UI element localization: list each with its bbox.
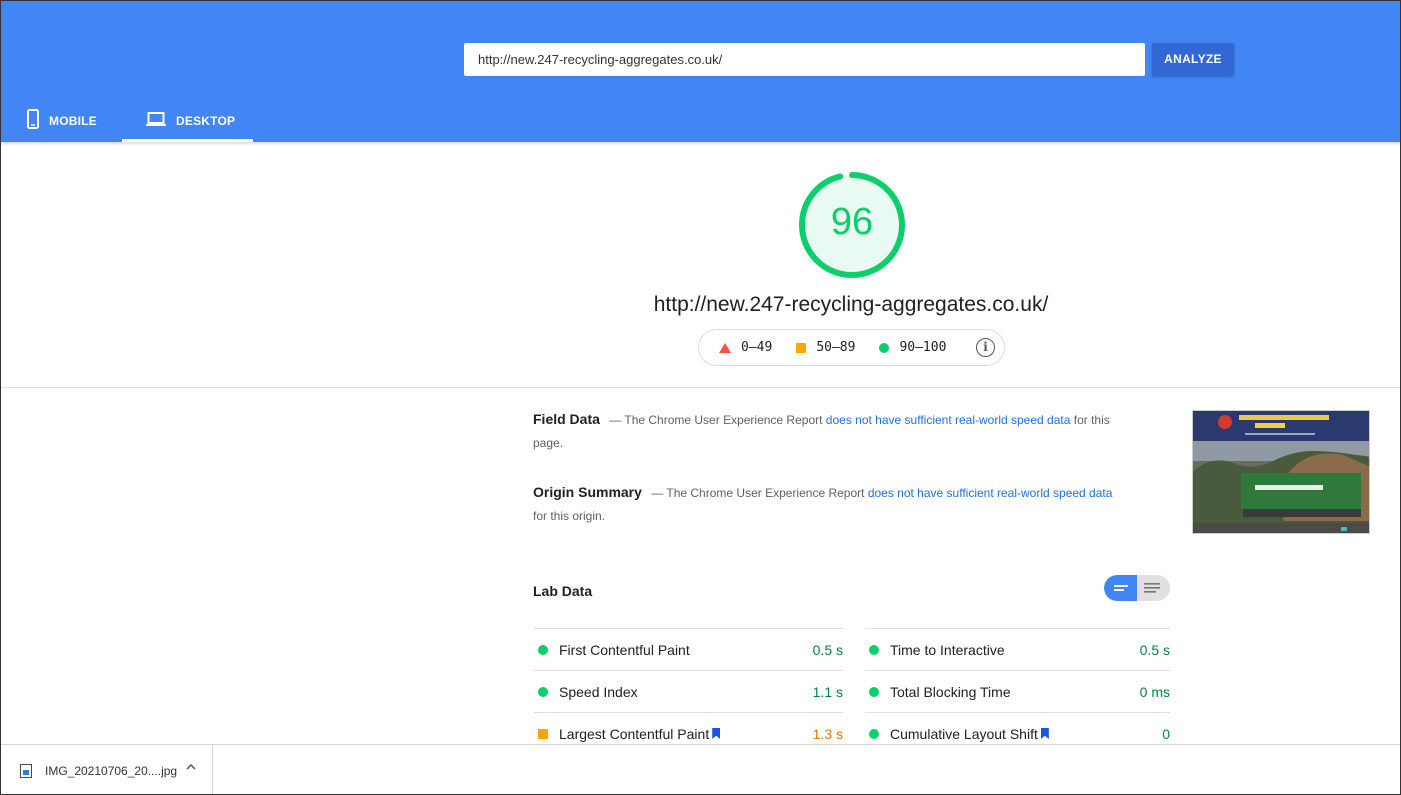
expanded-list-icon	[1144, 583, 1160, 593]
metrics-right-column: Time to Interactive 0.5 s Total Blocking…	[865, 628, 1170, 754]
metric-speed-index: Speed Index 1.1 s	[534, 670, 843, 712]
square-icon	[796, 342, 807, 353]
chevron-up-icon[interactable]	[186, 762, 196, 774]
legend-fail: 0–49	[719, 340, 772, 355]
download-item[interactable]: IMG_20210706_20....jpg	[1, 745, 213, 794]
metric-label: Speed Index	[559, 683, 638, 700]
metric-total-blocking-time: Total Blocking Time 0 ms	[865, 670, 1170, 712]
origin-summary-suffix: for this origin.	[533, 509, 606, 523]
image-file-icon	[20, 764, 32, 778]
legend-average-label: 50–89	[816, 340, 856, 355]
metric-value: 1.3 s	[812, 725, 843, 742]
metric-label: First Contentful Paint	[559, 641, 690, 658]
page-frame: ANALYZE MOBILE DESKTOP 96 http://new.247…	[0, 0, 1401, 795]
metric-label: Total Blocking Time	[890, 683, 1011, 700]
pass-circle-icon	[869, 644, 879, 655]
origin-summary-section: Origin Summary — The Chrome User Experie…	[533, 481, 1113, 528]
average-square-icon	[538, 728, 548, 739]
url-input[interactable]	[464, 43, 1145, 76]
top-header: ANALYZE MOBILE DESKTOP	[1, 1, 1400, 142]
metric-label: Time to Interactive	[890, 641, 1005, 658]
pass-circle-icon	[538, 686, 548, 697]
tab-mobile[interactable]: MOBILE	[27, 99, 97, 142]
metric-value: 0	[1162, 725, 1170, 742]
legend-fail-label: 0–49	[741, 340, 773, 355]
metric-time-to-interactive: Time to Interactive 0.5 s	[865, 628, 1170, 670]
origin-summary-title: Origin Summary	[533, 484, 642, 500]
metric-value: 0 ms	[1139, 683, 1170, 700]
download-filename[interactable]: IMG_20210706_20....jpg	[45, 764, 177, 778]
metric-first-contentful-paint: First Contentful Paint 0.5 s	[534, 628, 843, 670]
lab-data-title: Lab Data	[533, 583, 593, 599]
analyze-button[interactable]: ANALYZE	[1152, 43, 1234, 76]
score-legend: 0–49 50–89 90–100	[698, 329, 1005, 366]
circle-icon	[879, 342, 890, 353]
performance-score: 96	[830, 201, 874, 243]
tab-mobile-label: MOBILE	[49, 113, 97, 128]
tab-desktop[interactable]: DESKTOP	[122, 99, 253, 142]
mobile-phone-icon	[27, 109, 39, 132]
section-divider	[1, 387, 1400, 388]
page-screenshot-thumbnail	[1192, 410, 1370, 534]
triangle-icon	[719, 342, 731, 353]
field-data-prefix: — The Chrome User Experience Report	[609, 413, 826, 427]
origin-summary-link[interactable]: does not have sufficient real-world spee…	[868, 486, 1113, 500]
compact-list-icon	[1114, 585, 1128, 591]
tab-desktop-label: DESKTOP	[176, 113, 236, 128]
legend-pass: 90–100	[879, 340, 946, 355]
download-bar: IMG_20210706_20....jpg	[1, 744, 1400, 794]
field-data-section: Field Data — The Chrome User Experience …	[533, 408, 1113, 455]
legend-average: 50–89	[796, 340, 855, 355]
metrics-left-column: First Contentful Paint 0.5 s Speed Index…	[534, 628, 843, 754]
field-data-title: Field Data	[533, 411, 600, 427]
tested-url: http://new.247-recycling-aggregates.co.u…	[653, 293, 1049, 316]
metric-value: 0.5 s	[1139, 641, 1170, 658]
metric-label: Largest Contentful Paint	[559, 725, 710, 742]
laptop-icon	[146, 112, 166, 129]
metric-value: 0.5 s	[812, 641, 843, 658]
pass-circle-icon	[869, 686, 879, 697]
metric-label: Cumulative Layout Shift	[890, 725, 1038, 742]
pass-circle-icon	[538, 644, 548, 655]
bookmark-icon[interactable]	[1040, 728, 1049, 739]
origin-summary-prefix: — The Chrome User Experience Report	[651, 486, 868, 500]
metric-value: 1.1 s	[812, 683, 843, 700]
bookmark-icon[interactable]	[712, 728, 721, 739]
legend-pass-label: 90–100	[899, 340, 947, 355]
info-icon[interactable]: i	[976, 338, 995, 357]
field-data-link[interactable]: does not have sufficient real-world spee…	[826, 413, 1071, 427]
pass-circle-icon	[869, 728, 879, 739]
view-toggle[interactable]	[1104, 575, 1170, 601]
